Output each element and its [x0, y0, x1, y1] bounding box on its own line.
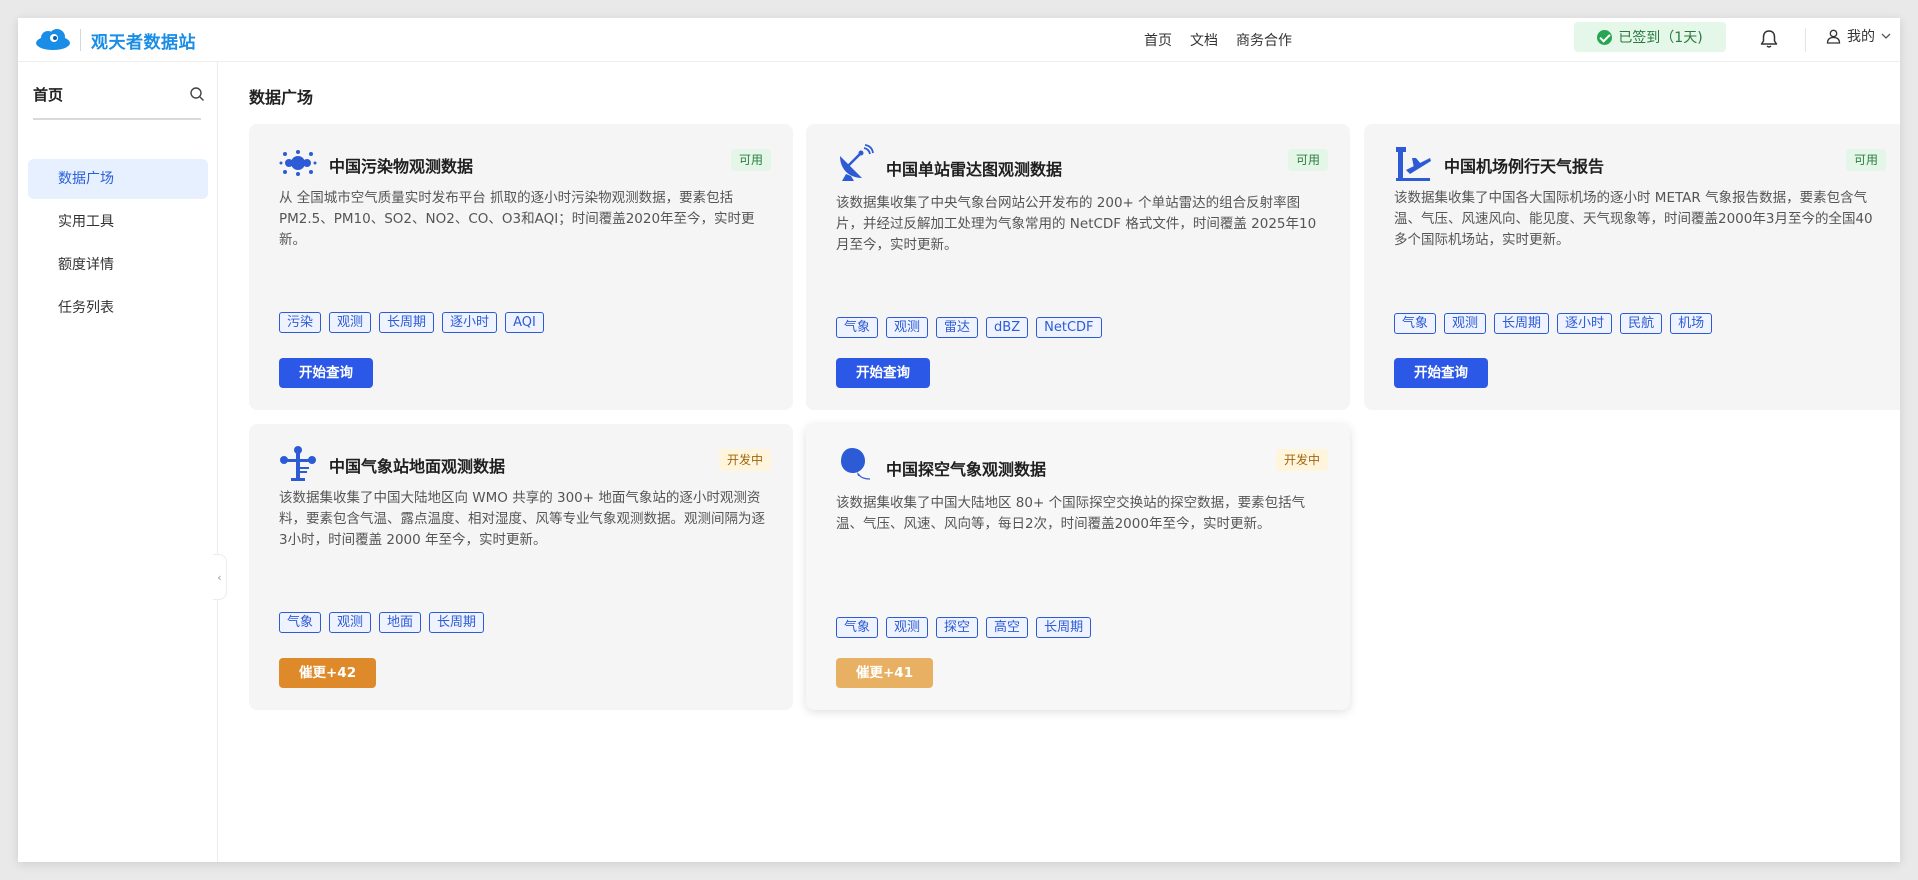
check-circle-icon [1597, 29, 1613, 45]
start-query-button[interactable]: 开始查询 [836, 358, 930, 388]
tag: 高空 [986, 617, 1029, 638]
tag: 地面 [379, 612, 422, 633]
nav-home[interactable]: 首页 [1144, 30, 1172, 50]
tag: 观测 [886, 317, 929, 338]
bell-icon[interactable] [1760, 29, 1778, 49]
search-icon[interactable] [189, 86, 205, 102]
nav-business[interactable]: 商务合作 [1236, 30, 1292, 50]
status-badge: 可用 [1287, 149, 1328, 171]
tag: 观测 [329, 312, 372, 333]
nav-docs[interactable]: 文档 [1190, 30, 1218, 50]
tag: 气象 [279, 612, 322, 633]
tag: dBZ [986, 317, 1029, 338]
status-badge: 可用 [730, 149, 771, 171]
dataset-card: 中国探空气象观测数据 开发中 该数据集收集了中国大陆地区 80+ 个国际探空交换… [806, 424, 1350, 710]
brand-name: 观天者数据站 [91, 32, 196, 53]
sidebar-header: 首页 [33, 84, 205, 106]
status-badge: 开发中 [1275, 449, 1328, 471]
dataset-card: 中国污染物观测数据 可用 从 全国城市空气质量实时发布平台 抓取的逐小时污染物观… [249, 124, 793, 410]
dataset-card: 中国气象站地面观测数据 开发中 该数据集收集了中国大陆地区向 WMO 共享的 3… [249, 424, 793, 710]
card-title[interactable]: 中国气象站地面观测数据 [329, 453, 505, 477]
card-description: 从 全国城市空气质量实时发布平台 抓取的逐小时污染物观测数据，要素包括PM2.5… [279, 190, 755, 248]
card-description: 该数据集收集了中央气象台网站公开发布的 200+ 个单站雷达的组合反射率图片，并… [836, 195, 1317, 253]
weather-station-icon [280, 446, 316, 481]
tag: AQI [505, 312, 544, 333]
tag: 气象 [836, 617, 879, 638]
tag: 长周期 [379, 312, 435, 333]
top-nav: 首页 文档 商务合作 [1144, 18, 1310, 62]
dataset-card: 中国机场例行天气报告 可用 该数据集收集了中国各大国际机场的逐小时 METAR … [1364, 124, 1900, 410]
tag-list: 污染 观测 长周期 逐小时 AQI [279, 312, 544, 333]
tag-list: 气象 观测 雷达 dBZ NetCDF [836, 317, 1102, 338]
card-description: 该数据集收集了中国大陆地区 80+ 个国际探空交换站的探空数据，要素包括气温、气… [836, 495, 1306, 532]
card-title[interactable]: 中国污染物观测数据 [329, 153, 473, 177]
pollutant-icon [279, 150, 317, 176]
user-icon [1826, 29, 1841, 44]
sidebar-item-tasks[interactable]: 任务列表 [28, 288, 208, 328]
start-query-button[interactable]: 开始查询 [1394, 358, 1488, 388]
brand-logo[interactable]: 观天者数据站 [34, 24, 196, 56]
checkin-status-badge[interactable]: 已签到（1天) [1574, 22, 1726, 52]
cloud-logo-icon [36, 29, 70, 50]
status-badge: 可用 [1845, 149, 1886, 171]
tag: 观测 [329, 612, 372, 633]
app-window: 观天者数据站 首页 文档 商务合作 已签到（1天) 我的 首页 数据广场 实用工… [18, 18, 1900, 862]
header-divider [1805, 28, 1806, 52]
card-description: 该数据集收集了中国各大国际机场的逐小时 METAR 气象报告数据，要素包含气温、… [1394, 190, 1873, 248]
chevron-down-icon [1881, 33, 1891, 39]
balloon-icon [841, 448, 871, 480]
tag: 观测 [1444, 313, 1487, 334]
tag: NetCDF [1036, 317, 1102, 338]
sidebar: 首页 数据广场 实用工具 额度详情 任务列表 [18, 62, 218, 862]
tag: 机场 [1670, 313, 1713, 334]
card-description: 该数据集收集了中国大陆地区向 WMO 共享的 300+ 地面气象站的逐小时观测资… [279, 490, 765, 548]
sidebar-collapse-handle[interactable]: ‹ [213, 554, 227, 600]
start-query-button[interactable]: 开始查询 [279, 358, 373, 388]
sidebar-divider [33, 118, 201, 120]
tag: 气象 [836, 317, 879, 338]
checkin-label: 已签到（1天) [1618, 30, 1703, 46]
tag: 气象 [1394, 313, 1437, 334]
tag-list: 气象 观测 地面 长周期 [279, 612, 485, 633]
top-header: 观天者数据站 首页 文档 商务合作 已签到（1天) 我的 [18, 18, 1900, 62]
tag: 雷达 [936, 317, 979, 338]
user-menu-label: 我的 [1847, 29, 1875, 45]
tag: 观测 [886, 617, 929, 638]
logo-separator [80, 29, 81, 51]
tag-list: 气象 观测 长周期 逐小时 民航 机场 [1394, 313, 1713, 334]
sidebar-item-quota[interactable]: 额度详情 [28, 245, 208, 285]
user-menu[interactable]: 我的 [1826, 18, 1891, 54]
tag: 逐小时 [442, 312, 498, 333]
dataset-card: 中国单站雷达图观测数据 可用 该数据集收集了中央气象台网站公开发布的 200+ … [806, 124, 1350, 410]
card-title[interactable]: 中国探空气象观测数据 [886, 456, 1046, 480]
sidebar-title: 首页 [33, 86, 64, 104]
status-badge: 开发中 [718, 449, 771, 471]
urge-update-button[interactable]: 催更+42 [279, 658, 377, 688]
tag: 探空 [936, 617, 979, 638]
airport-icon [1396, 147, 1431, 181]
page-title: 数据广场 [249, 88, 314, 107]
tag: 长周期 [429, 612, 485, 633]
tag: 逐小时 [1557, 313, 1613, 334]
tag: 长周期 [1036, 617, 1092, 638]
radar-dish-icon [840, 144, 874, 181]
sidebar-item-tools[interactable]: 实用工具 [28, 202, 208, 242]
tag: 民航 [1620, 313, 1663, 334]
card-title[interactable]: 中国单站雷达图观测数据 [886, 156, 1062, 180]
card-title[interactable]: 中国机场例行天气报告 [1444, 153, 1604, 177]
tag: 长周期 [1494, 313, 1550, 334]
urge-update-button[interactable]: 催更+41 [836, 658, 934, 688]
tag-list: 气象 观测 探空 高空 长周期 [836, 617, 1092, 638]
sidebar-item-data-plaza[interactable]: 数据广场 [28, 159, 208, 199]
tag: 污染 [279, 312, 322, 333]
